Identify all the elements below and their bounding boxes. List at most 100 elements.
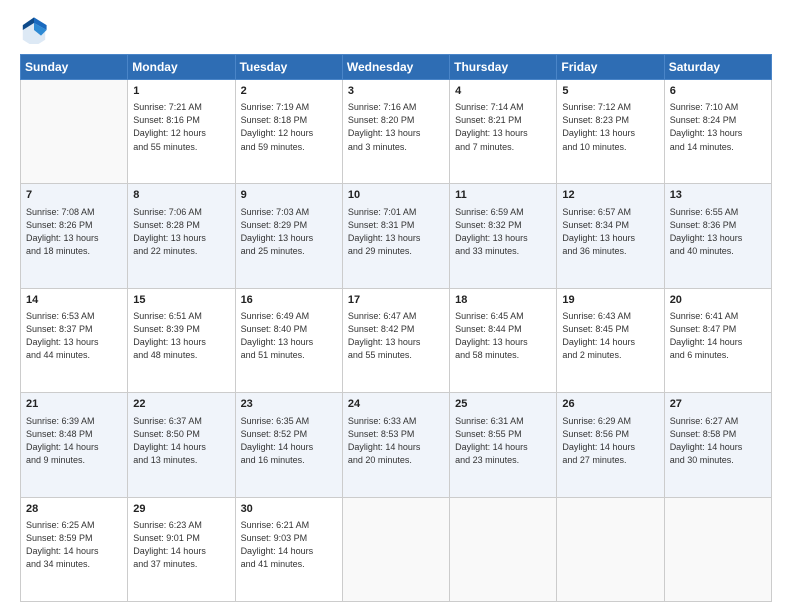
logo-icon <box>20 16 48 44</box>
day-info: Sunrise: 6:31 AM Sunset: 8:55 PM Dayligh… <box>455 415 551 467</box>
day-number: 29 <box>133 502 229 517</box>
day-number: 28 <box>26 502 122 517</box>
calendar-cell: 15Sunrise: 6:51 AM Sunset: 8:39 PM Dayli… <box>128 288 235 392</box>
day-info: Sunrise: 6:59 AM Sunset: 8:32 PM Dayligh… <box>455 206 551 258</box>
weekday-header-friday: Friday <box>557 55 664 80</box>
calendar-cell: 3 Sunrise: 7:16 AM Sunset: 8:20 PM Daylig… <box>342 80 449 184</box>
day-info: Sunrise: 7:03 AM Sunset: 8:29 PM Dayligh… <box>241 206 337 258</box>
week-row-5: 28 Sunrise: 6:25 AM Sunset: 8:59 PM Dayli… <box>21 497 772 601</box>
day-number: 20 <box>670 293 766 308</box>
calendar-cell: 22Sunrise: 6:37 AM Sunset: 8:50 PM Dayli… <box>128 393 235 497</box>
weekday-header-row: SundayMondayTuesdayWednesdayThursdayFrid… <box>21 55 772 80</box>
day-info: Sunrise: 7:10 AM Sunset: 8:24 PM Dayligh… <box>670 101 766 153</box>
day-number: 21 <box>26 397 122 412</box>
header <box>20 16 772 44</box>
day-number: 5 <box>562 84 658 99</box>
week-row-4: 21 Sunrise: 6:39 AM Sunset: 8:48 PM Dayli… <box>21 393 772 497</box>
day-info: Sunrise: 6:51 AM Sunset: 8:39 PM Dayligh… <box>133 310 229 362</box>
day-number: 3 <box>348 84 444 99</box>
day-number: 18 <box>455 293 551 308</box>
day-info: Sunrise: 6:29 AM Sunset: 8:56 PM Dayligh… <box>562 415 658 467</box>
calendar-cell: 5 Sunrise: 7:12 AM Sunset: 8:23 PM Daylig… <box>557 80 664 184</box>
week-row-2: 7Sunrise: 7:08 AM Sunset: 8:26 PM Daylig… <box>21 184 772 288</box>
day-number: 19 <box>562 293 658 308</box>
calendar-cell: 8 Sunrise: 7:06 AM Sunset: 8:28 PM Daylig… <box>128 184 235 288</box>
day-number: 17 <box>348 293 444 308</box>
day-info: Sunrise: 6:43 AM Sunset: 8:45 PM Dayligh… <box>562 310 658 362</box>
day-info: Sunrise: 7:21 AM Sunset: 8:16 PM Dayligh… <box>133 101 229 153</box>
logo <box>20 16 52 44</box>
calendar-cell <box>557 497 664 601</box>
day-info: Sunrise: 6:25 AM Sunset: 8:59 PM Dayligh… <box>26 519 122 571</box>
calendar-cell: 26 Sunrise: 6:29 AM Sunset: 8:56 PM Dayli… <box>557 393 664 497</box>
weekday-header-monday: Monday <box>128 55 235 80</box>
day-info: Sunrise: 7:01 AM Sunset: 8:31 PM Dayligh… <box>348 206 444 258</box>
weekday-header-thursday: Thursday <box>450 55 557 80</box>
week-row-3: 14 Sunrise: 6:53 AM Sunset: 8:37 PM Dayli… <box>21 288 772 392</box>
calendar-cell <box>450 497 557 601</box>
calendar-cell: 11 Sunrise: 6:59 AM Sunset: 8:32 PM Dayli… <box>450 184 557 288</box>
day-number: 1 <box>133 84 229 99</box>
calendar-cell: 24Sunrise: 6:33 AM Sunset: 8:53 PM Dayli… <box>342 393 449 497</box>
calendar-cell: 28 Sunrise: 6:25 AM Sunset: 8:59 PM Dayli… <box>21 497 128 601</box>
day-number: 10 <box>348 188 444 203</box>
calendar-cell: 30 Sunrise: 6:21 AM Sunset: 9:03 PM Dayli… <box>235 497 342 601</box>
day-info: Sunrise: 6:49 AM Sunset: 8:40 PM Dayligh… <box>241 310 337 362</box>
calendar-cell: 20 Sunrise: 6:41 AM Sunset: 8:47 PM Dayli… <box>664 288 771 392</box>
week-row-1: 1 Sunrise: 7:21 AM Sunset: 8:16 PM Daylig… <box>21 80 772 184</box>
calendar-cell: 7Sunrise: 7:08 AM Sunset: 8:26 PM Daylig… <box>21 184 128 288</box>
day-number: 30 <box>241 502 337 517</box>
day-number: 13 <box>670 188 766 203</box>
day-info: Sunrise: 6:23 AM Sunset: 9:01 PM Dayligh… <box>133 519 229 571</box>
calendar-cell: 23 Sunrise: 6:35 AM Sunset: 8:52 PM Dayli… <box>235 393 342 497</box>
day-number: 16 <box>241 293 337 308</box>
day-info: Sunrise: 6:55 AM Sunset: 8:36 PM Dayligh… <box>670 206 766 258</box>
day-number: 4 <box>455 84 551 99</box>
day-number: 23 <box>241 397 337 412</box>
day-info: Sunrise: 7:16 AM Sunset: 8:20 PM Dayligh… <box>348 101 444 153</box>
calendar-cell <box>342 497 449 601</box>
weekday-header-tuesday: Tuesday <box>235 55 342 80</box>
weekday-header-wednesday: Wednesday <box>342 55 449 80</box>
calendar-cell: 10 Sunrise: 7:01 AM Sunset: 8:31 PM Dayli… <box>342 184 449 288</box>
day-info: Sunrise: 7:08 AM Sunset: 8:26 PM Dayligh… <box>26 206 122 258</box>
calendar-cell: 19 Sunrise: 6:43 AM Sunset: 8:45 PM Dayli… <box>557 288 664 392</box>
page: SundayMondayTuesdayWednesdayThursdayFrid… <box>0 0 792 612</box>
calendar-cell: 29 Sunrise: 6:23 AM Sunset: 9:01 PM Dayli… <box>128 497 235 601</box>
calendar-cell: 1 Sunrise: 7:21 AM Sunset: 8:16 PM Daylig… <box>128 80 235 184</box>
day-info: Sunrise: 6:57 AM Sunset: 8:34 PM Dayligh… <box>562 206 658 258</box>
day-info: Sunrise: 7:19 AM Sunset: 8:18 PM Dayligh… <box>241 101 337 153</box>
day-info: Sunrise: 6:41 AM Sunset: 8:47 PM Dayligh… <box>670 310 766 362</box>
day-number: 8 <box>133 188 229 203</box>
day-number: 2 <box>241 84 337 99</box>
calendar-cell: 6Sunrise: 7:10 AM Sunset: 8:24 PM Daylig… <box>664 80 771 184</box>
calendar-cell: 25 Sunrise: 6:31 AM Sunset: 8:55 PM Dayli… <box>450 393 557 497</box>
day-number: 12 <box>562 188 658 203</box>
calendar-cell: 14 Sunrise: 6:53 AM Sunset: 8:37 PM Dayli… <box>21 288 128 392</box>
calendar-cell: 21 Sunrise: 6:39 AM Sunset: 8:48 PM Dayli… <box>21 393 128 497</box>
calendar-cell: 17 Sunrise: 6:47 AM Sunset: 8:42 PM Dayli… <box>342 288 449 392</box>
day-number: 25 <box>455 397 551 412</box>
day-info: Sunrise: 6:35 AM Sunset: 8:52 PM Dayligh… <box>241 415 337 467</box>
calendar-cell: 9 Sunrise: 7:03 AM Sunset: 8:29 PM Daylig… <box>235 184 342 288</box>
day-number: 26 <box>562 397 658 412</box>
calendar: SundayMondayTuesdayWednesdayThursdayFrid… <box>20 54 772 602</box>
calendar-cell: 4 Sunrise: 7:14 AM Sunset: 8:21 PM Daylig… <box>450 80 557 184</box>
day-number: 11 <box>455 188 551 203</box>
day-info: Sunrise: 7:12 AM Sunset: 8:23 PM Dayligh… <box>562 101 658 153</box>
day-info: Sunrise: 6:47 AM Sunset: 8:42 PM Dayligh… <box>348 310 444 362</box>
day-info: Sunrise: 6:21 AM Sunset: 9:03 PM Dayligh… <box>241 519 337 571</box>
day-number: 9 <box>241 188 337 203</box>
weekday-header-sunday: Sunday <box>21 55 128 80</box>
day-info: Sunrise: 7:14 AM Sunset: 8:21 PM Dayligh… <box>455 101 551 153</box>
weekday-header-saturday: Saturday <box>664 55 771 80</box>
day-info: Sunrise: 6:45 AM Sunset: 8:44 PM Dayligh… <box>455 310 551 362</box>
calendar-cell: 18 Sunrise: 6:45 AM Sunset: 8:44 PM Dayli… <box>450 288 557 392</box>
day-info: Sunrise: 6:37 AM Sunset: 8:50 PM Dayligh… <box>133 415 229 467</box>
calendar-cell: 16 Sunrise: 6:49 AM Sunset: 8:40 PM Dayli… <box>235 288 342 392</box>
day-number: 14 <box>26 293 122 308</box>
day-info: Sunrise: 6:53 AM Sunset: 8:37 PM Dayligh… <box>26 310 122 362</box>
day-info: Sunrise: 6:39 AM Sunset: 8:48 PM Dayligh… <box>26 415 122 467</box>
day-info: Sunrise: 6:33 AM Sunset: 8:53 PM Dayligh… <box>348 415 444 467</box>
day-info: Sunrise: 7:06 AM Sunset: 8:28 PM Dayligh… <box>133 206 229 258</box>
